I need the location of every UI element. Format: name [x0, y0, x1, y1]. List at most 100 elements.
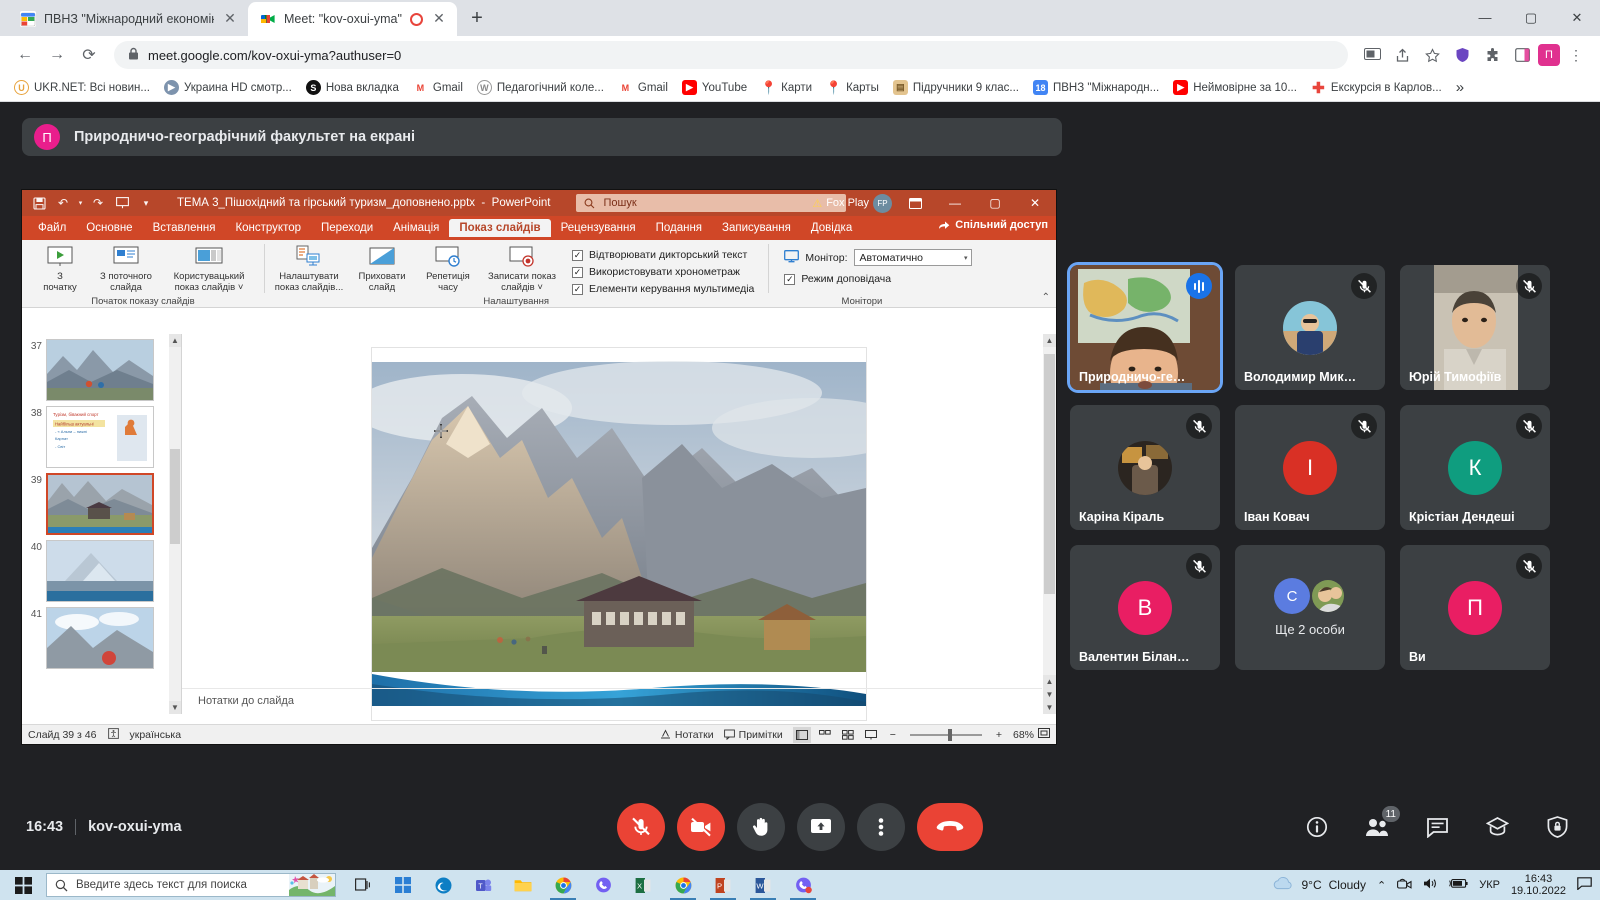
bookmarks-overflow-button[interactable]: »	[1450, 79, 1470, 96]
bookmark-item[interactable]: ▶ YouTube	[676, 78, 753, 97]
new-tab-button[interactable]: +	[463, 5, 491, 33]
weather-widget[interactable]: 9°C Cloudy	[1272, 877, 1366, 893]
stage-scrollbar[interactable]: ▲ ▲ ▼ ▼	[1043, 334, 1056, 714]
scroll-up-button[interactable]: ▲	[169, 334, 181, 347]
shield-extension-icon[interactable]	[1448, 41, 1476, 69]
back-button[interactable]: ←	[10, 40, 40, 70]
browser-tab-1[interactable]: ПВНЗ "Міжнародний економіко ✕	[8, 2, 248, 36]
chrome-menu-icon[interactable]: ⋮	[1562, 41, 1590, 69]
participant-tile[interactable]: І Іван Ковач	[1235, 405, 1385, 530]
previous-slide-button[interactable]: ▲	[1043, 675, 1056, 688]
profile-avatar[interactable]: П	[1538, 44, 1560, 66]
battery-icon[interactable]	[1449, 878, 1468, 892]
slide-counter[interactable]: Слайд 39 з 46	[28, 729, 96, 741]
zoom-slider-knob[interactable]	[947, 728, 952, 741]
more-participants-tile[interactable]: С Ще 2 особи	[1235, 545, 1385, 670]
custom-slideshow-button[interactable]: Користувацький показ слайдів ˅	[160, 243, 258, 293]
zoom-out-button[interactable]: −	[890, 729, 896, 741]
slide-notes-placeholder[interactable]: Нотатки до слайда	[182, 688, 1042, 714]
tab-insert[interactable]: Вставлення	[143, 219, 226, 237]
play-from-current-button[interactable]: З поточного слайда	[94, 243, 158, 293]
collapse-ribbon-button[interactable]: ⌃	[1042, 292, 1050, 303]
share-icon[interactable]	[1388, 41, 1416, 69]
tab-file[interactable]: Файл	[28, 219, 76, 237]
chat-button[interactable]	[1420, 810, 1454, 844]
tab-recording-indicator-icon[interactable]	[409, 12, 423, 26]
participant-tile[interactable]: Каріна Кіраль	[1070, 405, 1220, 530]
fit-slide-icon[interactable]	[1038, 728, 1050, 741]
tab-transitions[interactable]: Переходи	[311, 219, 383, 237]
bookmark-item[interactable]: M Gmail	[612, 78, 674, 97]
powerpoint-restore-button[interactable]: ▢	[978, 190, 1012, 216]
current-slide[interactable]	[372, 348, 866, 720]
tab-home[interactable]: Основне	[76, 219, 142, 237]
present-screen-button[interactable]	[797, 803, 845, 851]
teams-icon[interactable]: T	[464, 870, 502, 900]
volume-icon[interactable]	[1423, 877, 1438, 893]
tab-design[interactable]: Конструктор	[225, 219, 311, 237]
accessibility-icon[interactable]	[108, 727, 120, 742]
taskbar-clock[interactable]: 16:43 19.10.2022	[1511, 873, 1566, 897]
address-bar[interactable]: meet.google.com/kov-oxui-yma?authuser=0	[114, 41, 1348, 69]
powerpoint-close-button[interactable]: ✕	[1018, 190, 1052, 216]
scroll-up-button[interactable]: ▲	[1043, 334, 1056, 347]
notification-icon[interactable]	[1577, 877, 1592, 893]
file-explorer-icon[interactable]	[504, 870, 542, 900]
zoom-level[interactable]: 68%	[1006, 729, 1034, 741]
show-hidden-icons-chevron[interactable]: ⌃	[1377, 879, 1386, 892]
checkbox-presenter-view[interactable]: ✓ Режим доповідача	[784, 273, 971, 285]
account-avatar[interactable]: FP	[873, 193, 892, 213]
chrome-icon[interactable]	[544, 870, 582, 900]
bookmark-item[interactable]: ▤ Підручники 9 клас...	[887, 78, 1025, 97]
powerpoint-search-box[interactable]: Пошук	[576, 194, 847, 212]
powerpoint-icon[interactable]: P	[704, 870, 742, 900]
scrollbar-thumb[interactable]	[170, 449, 180, 544]
more-options-button[interactable]	[857, 803, 905, 851]
tab-animations[interactable]: Анімація	[383, 219, 449, 237]
comments-toggle-button[interactable]: Примітки	[723, 729, 783, 741]
language-indicator[interactable]: українська	[129, 729, 181, 741]
windows-start-icon[interactable]	[0, 870, 46, 900]
ribbon-options-icon[interactable]	[898, 190, 932, 216]
slide-thumbnail-39[interactable]: 39	[22, 468, 181, 535]
sidepanel-icon[interactable]	[1508, 41, 1536, 69]
microsoft-store-icon[interactable]	[384, 870, 422, 900]
play-from-start-button[interactable]: Зпочатку	[28, 243, 92, 293]
scroll-down-button[interactable]: ▼	[1043, 701, 1056, 714]
edge-icon[interactable]	[424, 870, 462, 900]
search-input[interactable]: Введите здесь текст для поиска	[46, 873, 336, 897]
bookmark-item[interactable]: 18 ПВНЗ "Міжнародн...	[1027, 78, 1165, 97]
participant-tile-self[interactable]: П Ви	[1400, 545, 1550, 670]
slideshow-view-button[interactable]	[862, 727, 880, 743]
scroll-down-button[interactable]: ▼	[169, 701, 181, 714]
tab-recording[interactable]: Записування	[712, 219, 801, 237]
slide-thumbnail-41[interactable]: 41	[22, 602, 181, 669]
next-slide-button[interactable]: ▼	[1043, 688, 1056, 701]
customize-qat-icon[interactable]: ▾	[135, 192, 157, 214]
participant-tile[interactable]: К Крістіан Дендеші	[1400, 405, 1550, 530]
host-controls-button[interactable]	[1540, 810, 1574, 844]
notes-toggle-button[interactable]: Нотатки	[660, 729, 714, 741]
meeting-details-button[interactable]	[1300, 810, 1334, 844]
account-info[interactable]: ⚠ Fox Play FP	[812, 193, 892, 213]
forward-button[interactable]: →	[42, 40, 72, 70]
bookmark-item[interactable]: S Нова вкладка	[300, 78, 405, 97]
zoom-slider[interactable]	[900, 728, 992, 742]
start-slideshow-icon[interactable]	[111, 192, 133, 214]
slide-thumbnail-40[interactable]: 40	[22, 535, 181, 602]
participants-button[interactable]: 11	[1360, 806, 1400, 844]
checkbox-play-narrations[interactable]: ✓ Відтворювати дикторський текст	[572, 249, 754, 261]
tab-view[interactable]: Подання	[646, 219, 712, 237]
reload-button[interactable]: ⟳	[74, 40, 104, 70]
save-icon[interactable]	[28, 192, 50, 214]
participant-tile[interactable]: Юрій Тимофіїв	[1400, 265, 1550, 390]
reading-view-button[interactable]	[839, 727, 857, 743]
bookmark-item[interactable]: ✚ Екскурсія в Карлов...	[1305, 78, 1448, 97]
extensions-puzzle-icon[interactable]	[1478, 41, 1506, 69]
bookmark-item[interactable]: W Педагогічний коле...	[471, 78, 610, 97]
microphone-off-button[interactable]	[617, 803, 665, 851]
browser-tab-2-close[interactable]: ✕	[431, 11, 447, 27]
task-view-icon[interactable]	[344, 870, 382, 900]
zoom-in-button[interactable]: +	[996, 729, 1002, 741]
participant-tile[interactable]: Природничо-ге…	[1070, 265, 1220, 390]
